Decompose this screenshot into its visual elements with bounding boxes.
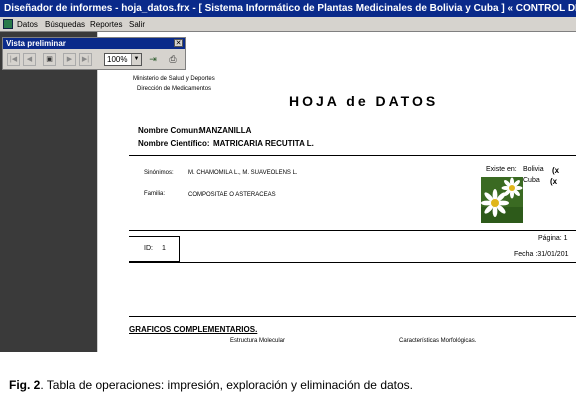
caracteristicas-morfologicas-label: Características Morfológicas. (399, 338, 477, 344)
nombre-cientifico-label: Nombre Científico: (138, 139, 210, 148)
id-value: 1 (162, 245, 166, 252)
country-cuba: Cuba (523, 177, 540, 184)
workspace-left-panel (0, 32, 97, 352)
sinonimos-label: Sinónimos: (144, 170, 174, 176)
zoom-value: 100% (107, 55, 128, 64)
menu-bar: Datos Búsquedas Reportes Salir (0, 17, 576, 32)
nombre-comun-label: Nombre Comun: (138, 126, 201, 135)
close-icon[interactable]: ✕ (174, 39, 183, 47)
window-title-bar: Diseñador de informes - hoja_datos.frx -… (0, 0, 576, 17)
bolivia-mark: (x (552, 166, 560, 175)
window-title: Diseñador de informes - hoja_datos.frx -… (4, 3, 576, 14)
menu-salir[interactable]: Salir (129, 17, 145, 32)
chamomile-image (481, 177, 523, 223)
estructura-molecular-label: Estructura Molecular (230, 338, 286, 344)
preview-toolbar-title: Vista preliminar (3, 38, 185, 49)
copy-page-icon[interactable]: ▣ (43, 53, 56, 66)
graficos-title: GRAFICOS COMPLEMENTARIOS. (129, 325, 258, 334)
previous-page-icon[interactable]: ◀ (23, 53, 36, 66)
last-page-icon[interactable]: ▶| (79, 53, 92, 66)
print-icon[interactable]: ⎙ (166, 53, 180, 66)
figure-caption: Fig. 2. Tabla de operaciones: impresión,… (9, 378, 413, 392)
menu-datos[interactable]: Datos (17, 17, 38, 32)
go-to-page-icon[interactable]: ⇥ (146, 53, 160, 66)
figure-caption-text: . Tabla de operaciones: impresión, explo… (40, 378, 414, 392)
nombre-cientifico-value: MATRICARIA RECUTITA L. (213, 139, 314, 148)
report-heading: HOJA de DATOS (289, 93, 439, 109)
menu-busquedas[interactable]: Búsquedas (45, 17, 85, 32)
page-edge (97, 32, 98, 352)
id-label: ID: (144, 245, 153, 252)
familia-value: COMPOSITAE O ASTERACEAS (188, 192, 276, 198)
cuba-mark: (x (550, 177, 558, 186)
sinonimos-value: M. CHAMOMILA L., M. SUAVEOLENS L. (188, 170, 298, 176)
app-icon (3, 19, 13, 29)
section-divider (129, 155, 576, 156)
section-divider (129, 262, 576, 263)
country-bolivia: Bolivia (523, 166, 544, 173)
first-page-icon[interactable]: |◀ (7, 53, 20, 66)
report-date: Fecha :31/01/201 (514, 251, 569, 258)
figure-caption-label: Fig. 2 (9, 378, 41, 392)
org-line-1: Ministerio de Salud y Deportes (133, 76, 215, 82)
page-number: Página: 1 (538, 235, 568, 242)
menu-reportes[interactable]: Reportes (90, 17, 122, 32)
org-line-2: Dirección de Medicamentos (137, 86, 212, 92)
chevron-down-icon[interactable]: ▼ (131, 54, 141, 65)
section-divider (129, 316, 576, 317)
id-box: ID: 1 (129, 236, 180, 262)
existe-en-label: Existe en: (486, 166, 517, 173)
section-divider (129, 230, 576, 231)
familia-label: Familia: (144, 191, 166, 197)
zoom-select[interactable]: 100% ▼ (104, 53, 142, 66)
report-page: Ministerio de Salud y Deportes Dirección… (129, 66, 576, 352)
nombre-comun-value: MANZANILLA (199, 126, 252, 135)
next-page-icon[interactable]: ▶ (63, 53, 76, 66)
